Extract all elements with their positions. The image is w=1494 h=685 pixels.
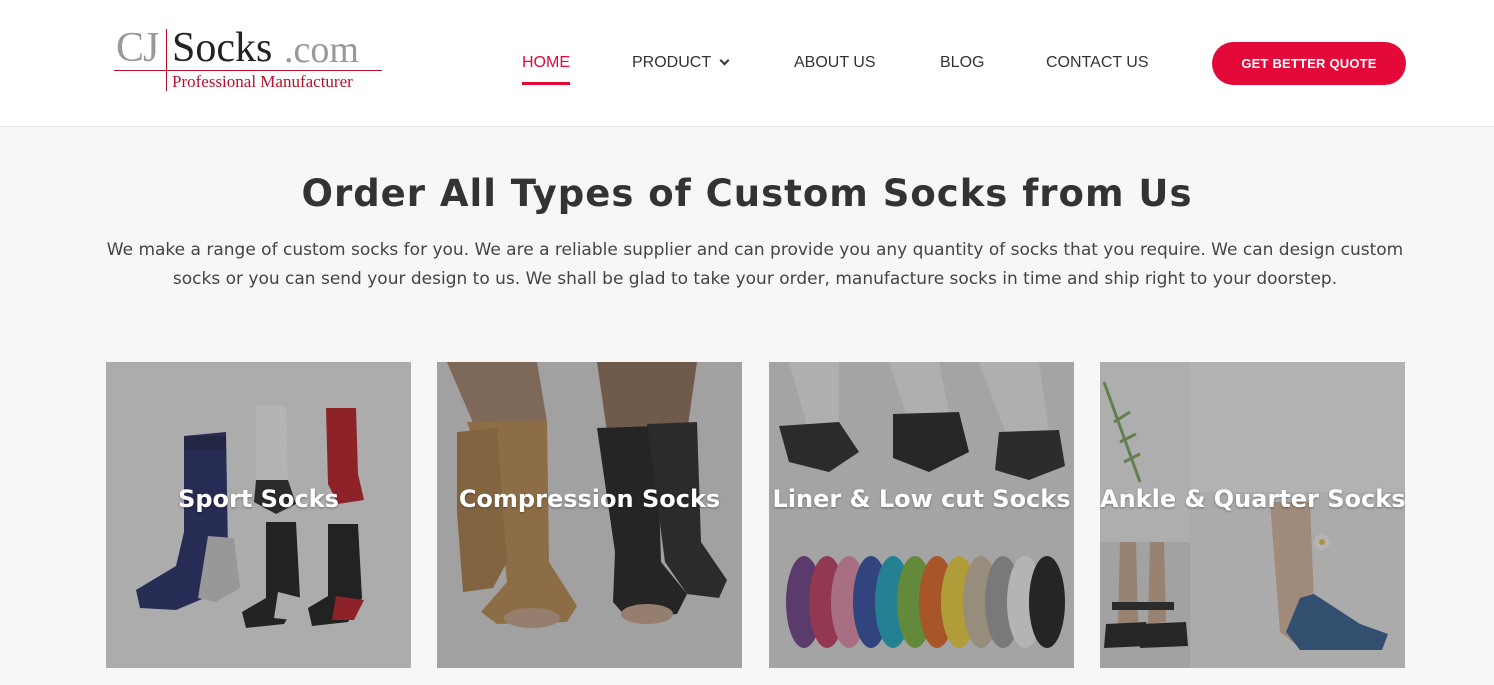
category-card-liner[interactable]: Liner & Low cut Socks — [769, 362, 1074, 668]
category-label: Ankle & Quarter Socks — [1100, 485, 1405, 513]
nav-item-product-label: PRODUCT — [632, 54, 712, 71]
nav-item-product[interactable]: PRODUCT — [632, 52, 730, 74]
logo-divider — [166, 29, 167, 91]
intro-text: We make a range of custom socks for you.… — [100, 236, 1410, 294]
site-logo[interactable]: CJ Socks .com Professional Manufacturer — [114, 26, 384, 92]
logo-brand-suffix: .com — [284, 29, 359, 71]
get-quote-button[interactable]: GET BETTER QUOTE — [1212, 42, 1406, 85]
category-label: Sport Socks — [178, 485, 339, 513]
intro-line-2: socks or you can send your design to us.… — [172, 269, 1338, 289]
nav-item-about[interactable]: ABOUT US — [794, 52, 876, 74]
intro-line-1: We make a range of custom socks for you.… — [106, 240, 1404, 260]
nav-item-blog[interactable]: BLOG — [940, 52, 984, 74]
page-title: Order All Types of Custom Socks from Us — [301, 172, 1193, 215]
logo-brand-left: CJ — [116, 25, 159, 71]
category-card-compression[interactable]: Compression Socks — [437, 362, 742, 668]
nav-item-home[interactable]: HOME — [522, 52, 570, 85]
category-card-sport[interactable]: Sport Socks — [106, 362, 411, 668]
site-header: CJ Socks .com Professional Manufacturer … — [0, 0, 1494, 127]
chevron-down-icon — [719, 55, 730, 66]
category-label: Liner & Low cut Socks — [772, 485, 1071, 513]
category-label: Compression Socks — [458, 485, 721, 513]
logo-underline — [114, 70, 382, 71]
logo-brand-main: Socks — [172, 25, 273, 71]
logo-tagline: Professional Manufacturer — [172, 72, 353, 91]
nav-item-contact[interactable]: CONTACT US — [1046, 52, 1149, 74]
category-card-ankle[interactable]: Ankle & Quarter Socks — [1100, 362, 1405, 668]
